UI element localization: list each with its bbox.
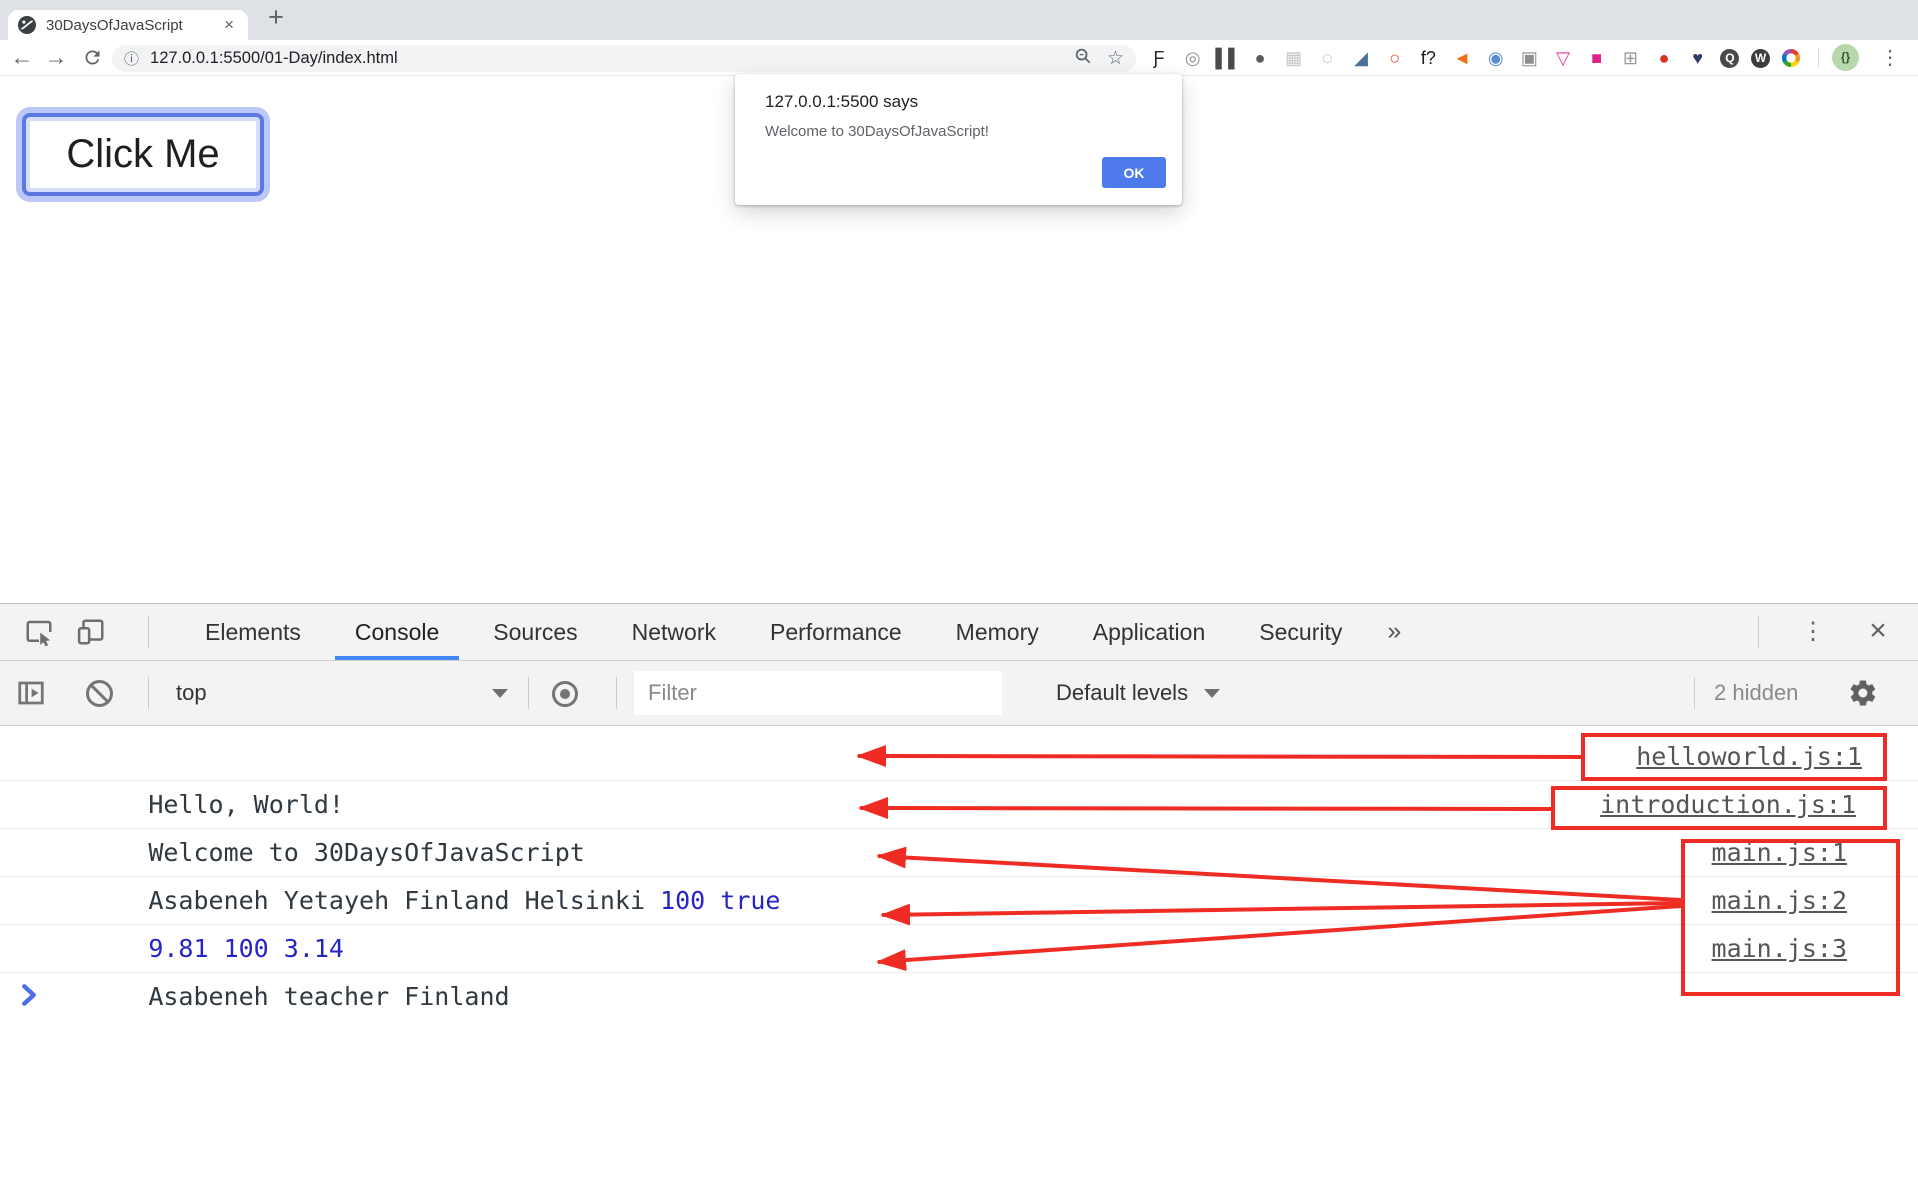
devtools-close-icon[interactable]: ×	[1858, 604, 1898, 658]
log-level-dropdown[interactable]: Default levels	[1056, 661, 1221, 725]
console-row: Asabeneh Yetayeh Finland Helsinki 100 tr…	[0, 829, 1918, 915]
source-link[interactable]: main.js:1	[1712, 829, 1847, 877]
source-link[interactable]: main.js:3	[1712, 925, 1847, 973]
chevron-down-icon	[1204, 688, 1221, 698]
divider	[1758, 616, 1759, 648]
console-row: Welcome to 30DaysOfJavaScript introducti…	[0, 781, 1918, 867]
f-question-icon[interactable]: f?	[1417, 47, 1439, 69]
tab-network[interactable]: Network	[605, 604, 743, 660]
click-me-button[interactable]: Click Me	[22, 113, 264, 196]
tab-close-icon[interactable]: ×	[220, 15, 238, 35]
source-link[interactable]: helloworld.js:1	[1636, 733, 1862, 781]
tab-sources[interactable]: Sources	[466, 604, 604, 660]
megaphone-icon[interactable]: ◄	[1451, 47, 1473, 69]
bookmark-star-icon[interactable]: ☆	[1107, 47, 1124, 70]
url-bar[interactable]: ⓘ 127.0.0.1:5500/01-Day/index.html ☆	[112, 45, 1136, 72]
extensions-row: Ƒ ◎ ▌▌ ● ▦ ◌ ◢ ○ f? ◄ ◉ ▣ ▽ ■ ⊞ ● ♥ Q W	[1148, 47, 1800, 69]
console-log: Hello, World! helloworld.js:1 Welcome to…	[0, 726, 1918, 1200]
tab-memory[interactable]: Memory	[929, 604, 1066, 660]
tab-security[interactable]: Security	[1232, 604, 1369, 660]
inspect-element-icon[interactable]	[24, 617, 54, 652]
tab-strip: 30DaysOfJavaScript × +	[0, 0, 1918, 40]
new-tab-button[interactable]: +	[258, 2, 294, 33]
device-toolbar-icon[interactable]	[76, 617, 106, 652]
script-f-icon[interactable]: Ƒ	[1148, 47, 1170, 69]
chevron-down-icon	[492, 688, 508, 698]
context-dropdown[interactable]: top	[176, 661, 508, 725]
hidden-messages-count[interactable]: 2 hidden	[1714, 661, 1798, 725]
q-badge-icon[interactable]: Q	[1720, 48, 1740, 68]
magenta-badge-icon[interactable]: ■	[1586, 47, 1608, 69]
console-row: 9.81 100 3.14 main.js:2	[0, 877, 1918, 963]
source-link[interactable]: main.js:2	[1712, 877, 1847, 925]
console-row: Hello, World! helloworld.js:1	[0, 733, 1918, 819]
log-level-label: Default levels	[1056, 680, 1189, 705]
favicon-globe-icon	[18, 16, 36, 34]
red-ring-icon[interactable]: ○	[1384, 47, 1406, 69]
context-label: top	[176, 680, 207, 705]
tab-title: 30DaysOfJavaScript	[46, 16, 183, 34]
red-orb-icon[interactable]: ●	[1653, 47, 1675, 69]
browser-menu-icon[interactable]: ⋮	[1880, 45, 1900, 70]
ok-button[interactable]: OK	[1102, 157, 1166, 188]
w-badge-icon[interactable]: W	[1751, 48, 1771, 68]
eyedropper-icon[interactable]: ◢	[1350, 47, 1372, 69]
clear-console-icon[interactable]	[86, 680, 113, 707]
reload-icon[interactable]	[78, 47, 106, 74]
toolbar-divider	[1818, 48, 1819, 68]
filter-input[interactable]	[634, 671, 1002, 715]
tab-performance[interactable]: Performance	[743, 604, 929, 660]
browser-tab[interactable]: 30DaysOfJavaScript ×	[8, 10, 248, 40]
log-message: Asabeneh teacher Finland	[148, 982, 510, 1011]
divider	[148, 616, 149, 648]
navy-heart-icon[interactable]: ♥	[1687, 47, 1709, 69]
source-link[interactable]: introduction.js:1	[1600, 781, 1856, 829]
orbit-icon[interactable]: ◎	[1182, 47, 1204, 69]
divider	[1694, 677, 1695, 709]
camera-icon[interactable]: ▣	[1518, 47, 1540, 69]
devtools-tabs: Elements Console Sources Network Perform…	[178, 604, 1419, 660]
chevron-right-icon	[21, 983, 37, 1011]
more-tabs-icon[interactable]: »	[1369, 604, 1419, 660]
gray-cube-icon[interactable]: ⊞	[1619, 47, 1641, 69]
divider	[148, 677, 149, 709]
blue-orb-icon[interactable]: ◉	[1485, 47, 1507, 69]
rainbow-ring-icon[interactable]	[1781, 49, 1800, 67]
divider	[528, 677, 529, 709]
profile-avatar[interactable]: {}	[1832, 44, 1859, 71]
forward-icon[interactable]: →	[42, 44, 70, 71]
dialog-message: Welcome to 30DaysOfJavaScript!	[765, 123, 989, 140]
dialog-title: 127.0.0.1:5500 says	[765, 92, 919, 111]
live-expression-eye-icon[interactable]	[552, 681, 578, 707]
console-toolbar: top Default levels 2 hidden	[0, 661, 1918, 726]
devtools-tabbar: Elements Console Sources Network Perform…	[0, 604, 1918, 661]
dotted-circle-icon[interactable]: ◌	[1316, 47, 1338, 69]
tab-elements[interactable]: Elements	[178, 604, 328, 660]
url-text: 127.0.0.1:5500/01-Day/index.html	[150, 49, 398, 67]
console-sidebar-icon[interactable]	[16, 678, 46, 713]
light-grid-icon[interactable]: ▦	[1283, 47, 1305, 69]
zoom-icon[interactable]	[1074, 47, 1093, 71]
tab-application[interactable]: Application	[1066, 604, 1233, 660]
devtools-panel: Elements Console Sources Network Perform…	[0, 603, 1918, 1200]
page-info-icon[interactable]: ⓘ	[124, 48, 139, 69]
settings-gear-icon[interactable]	[1848, 678, 1878, 713]
devtools-menu-icon[interactable]: ⋮	[1796, 604, 1830, 660]
alert-dialog: 127.0.0.1:5500 says Welcome to 30DaysOfJ…	[735, 74, 1182, 205]
browser-toolbar: ← → ⓘ 127.0.0.1:5500/01-Day/index.html ☆…	[0, 40, 1918, 76]
tab-console[interactable]: Console	[328, 604, 466, 660]
bug-icon[interactable]: ●	[1249, 47, 1271, 69]
back-icon[interactable]: ←	[8, 44, 36, 71]
divider	[616, 677, 617, 709]
console-row: Asabeneh teacher Finland main.js:3	[0, 925, 1918, 1011]
pink-flask-icon[interactable]: ▽	[1552, 47, 1574, 69]
pause-bars-icon[interactable]: ▌▌	[1215, 47, 1241, 69]
